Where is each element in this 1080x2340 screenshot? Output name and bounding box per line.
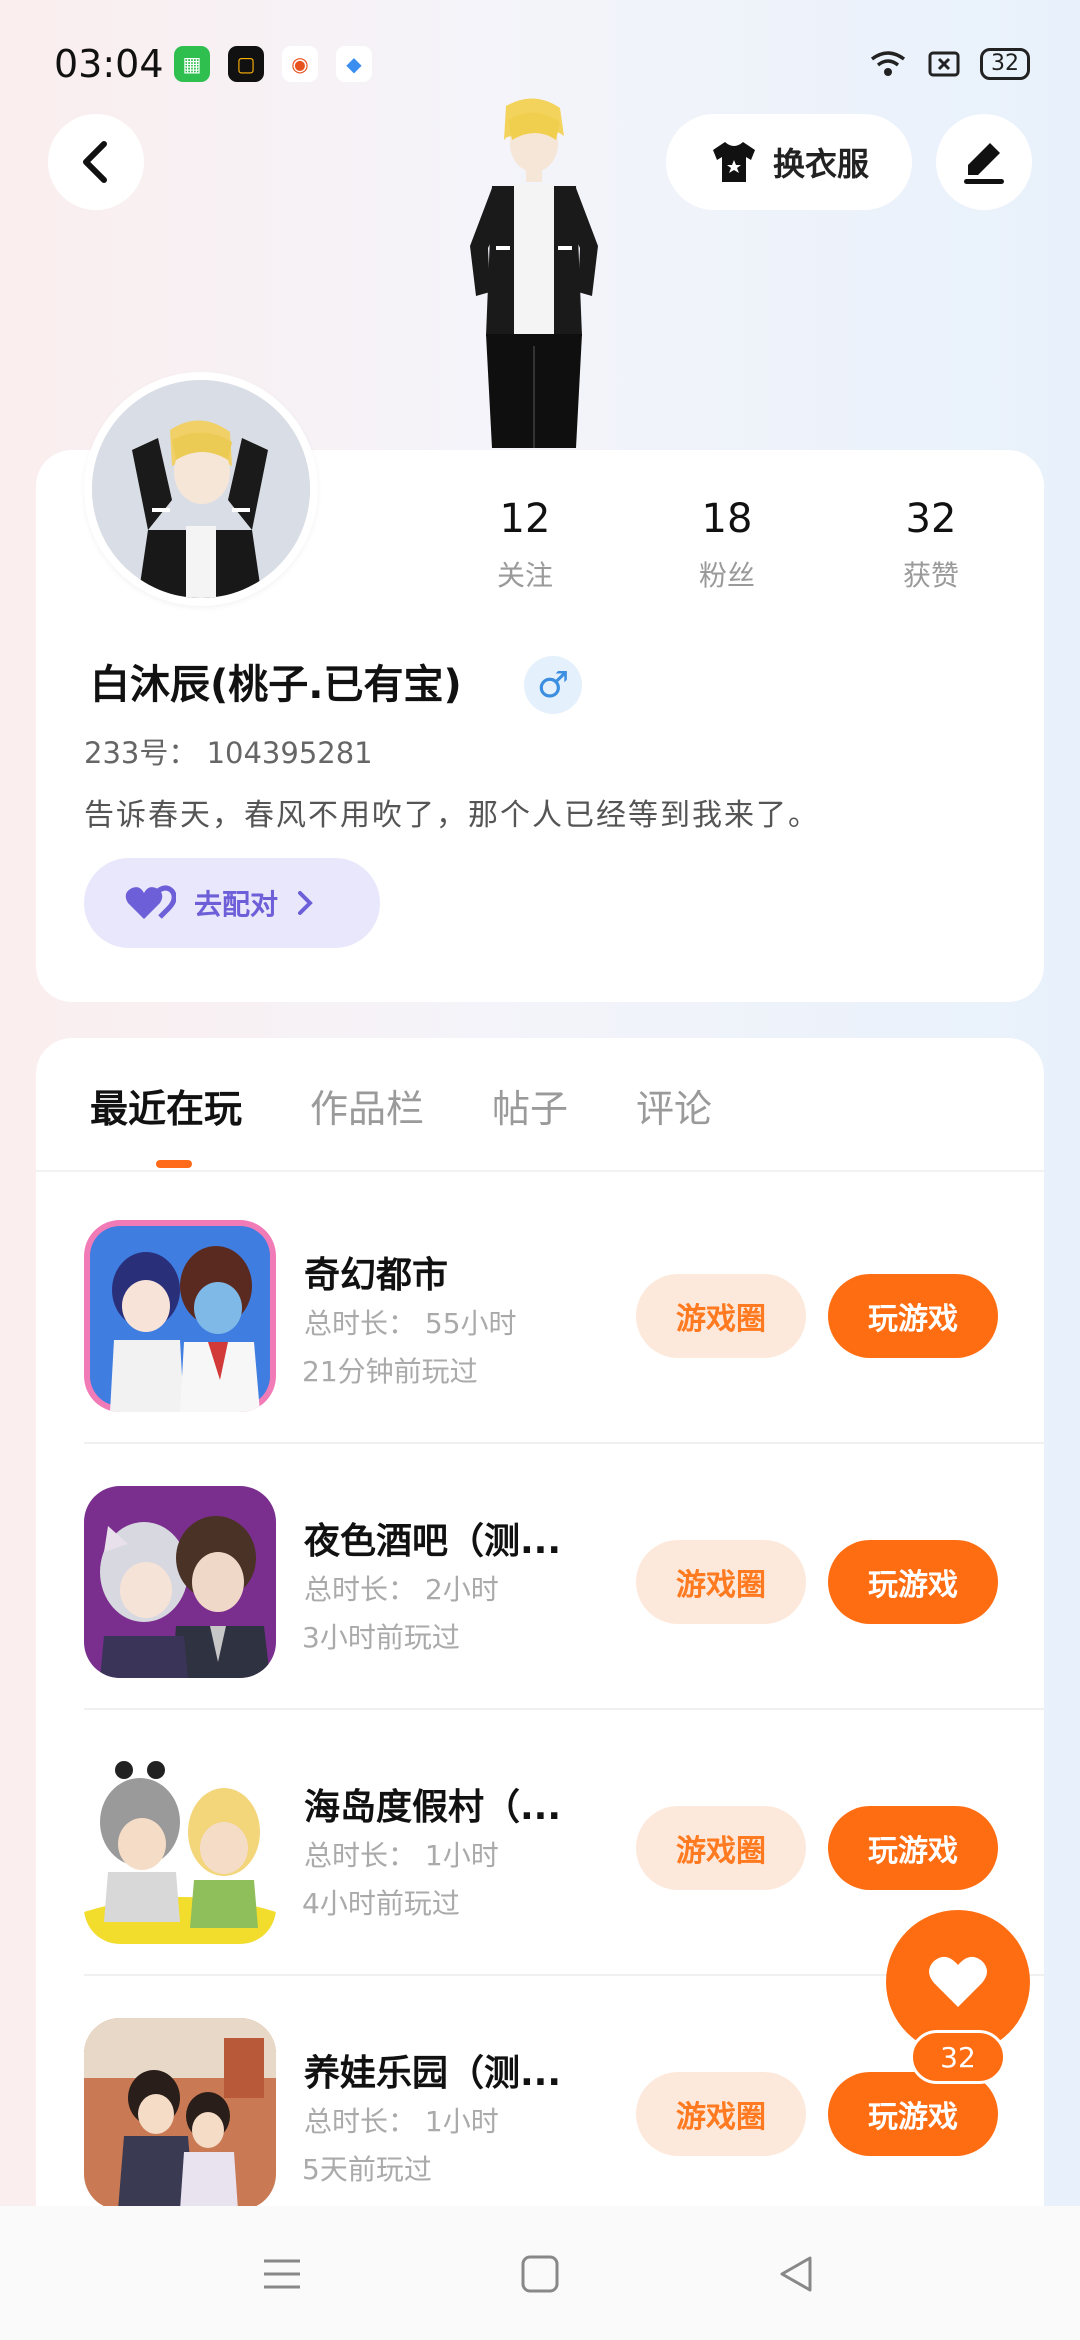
game-thumbnail (84, 1486, 276, 1678)
wifi-icon (870, 51, 906, 76)
content-tabs: 最近在玩 作品栏 帖子 评论 (90, 1078, 712, 1133)
game-total-time: 总时长： 1小时 (304, 2105, 499, 2138)
home-square-icon (521, 2255, 559, 2293)
shirt-icon (712, 142, 755, 182)
app-black-icon: ▢ (228, 46, 264, 82)
game-circle-button[interactable]: 游戏圈 (636, 1806, 806, 1890)
change-outfit-button[interactable]: 换衣服 (666, 114, 912, 210)
app-orange-icon: ◉ (282, 46, 318, 82)
tab-recently-played[interactable]: 最近在玩 (90, 1078, 242, 1133)
play-game-button[interactable]: 玩游戏 (828, 1540, 998, 1624)
list-item[interactable]: 海岛度假村（... 总时长： 1小时 4小时前玩过 游戏圈 玩游戏 (84, 1710, 1044, 1976)
back-button[interactable] (48, 114, 144, 210)
game-last-played: 4小时前玩过 (302, 1887, 460, 1920)
menu-icon (264, 2259, 300, 2289)
game-last-played: 21分钟前玩过 (302, 1355, 478, 1388)
play-game-button[interactable]: 玩游戏 (828, 1806, 998, 1890)
game-circle-button[interactable]: 游戏圈 (636, 1274, 806, 1358)
game-total-time: 总时长： 1小时 (304, 1839, 499, 1872)
sim-icon (928, 51, 960, 77)
list-item[interactable]: 奇幻都市 总时长： 55小时 21分钟前玩过 游戏圈 玩游戏 (84, 1178, 1044, 1444)
like-count-badge: 32 (910, 2030, 1006, 2084)
game-icon-fantasy-city[interactable] (84, 1220, 276, 1412)
tab-works[interactable]: 作品栏 (310, 1078, 424, 1133)
heart-icon (929, 1956, 987, 2007)
avatar[interactable] (84, 372, 318, 606)
match-label: 去配对 (194, 888, 279, 921)
hearts-icon (125, 885, 176, 919)
following-label: 关注 (496, 559, 553, 592)
tab-comments[interactable]: 评论 (636, 1078, 712, 1133)
app-green-icon: ▦ (174, 46, 210, 82)
status-time: 03:04 (54, 42, 164, 86)
menu-nav-button[interactable] (258, 2250, 306, 2298)
back-triangle-icon (780, 2256, 812, 2292)
stat-likes[interactable]: 32 获赞 (866, 496, 996, 594)
game-total-time: 总时长： 55小时 (304, 1307, 517, 1340)
username: 白沐辰(桃子.已有宝) (90, 662, 462, 708)
system-nav-bar (0, 2206, 1080, 2340)
tab-divider (36, 1170, 1044, 1172)
game-name: 海岛度假村（... (304, 1787, 562, 1828)
change-outfit-label: 换衣服 (772, 145, 869, 183)
tab-posts[interactable]: 帖子 (492, 1078, 568, 1133)
game-icon-island-resort[interactable] (84, 1752, 276, 1944)
user-bio: 告诉春天，春风不用吹了，那个人已经等到我来了。 (84, 798, 820, 833)
stat-following[interactable]: 12 关注 (460, 496, 590, 594)
game-total-time: 总时长： 2小时 (304, 1573, 499, 1606)
battery-icon: 32 (980, 48, 1030, 80)
game-name: 奇幻都市 (304, 1255, 449, 1296)
game-last-played: 5天前玩过 (302, 2153, 432, 2186)
list-item[interactable]: 夜色酒吧（测... 总时长： 2小时 3小时前玩过 游戏圈 玩游戏 (84, 1444, 1044, 1710)
following-count: 12 (499, 496, 551, 542)
character-figure (470, 98, 598, 448)
user-id: 233号： 104395281 (84, 736, 373, 770)
tab-indicator (156, 1160, 192, 1168)
app-blue-icon: ◆ (336, 46, 372, 82)
game-icon-night-bar[interactable] (84, 1486, 276, 1678)
edit-icon (964, 143, 1004, 184)
game-thumbnail (84, 1752, 276, 1944)
play-game-button[interactable]: 玩游戏 (828, 1274, 998, 1358)
status-app-icons: ▦ ▢ ◉ ◆ (174, 46, 372, 82)
game-circle-button[interactable]: 游戏圈 (636, 1540, 806, 1624)
play-game-button[interactable]: 玩游戏 (828, 2072, 998, 2156)
followers-label: 粉丝 (698, 559, 755, 592)
chevron-left-icon (83, 141, 107, 183)
game-circle-button[interactable]: 游戏圈 (636, 2072, 806, 2156)
avatar-image (92, 380, 310, 598)
home-nav-button[interactable] (516, 2250, 564, 2298)
back-nav-button[interactable] (772, 2250, 820, 2298)
chevron-right-icon (298, 891, 313, 915)
status-right: 32 (868, 48, 1030, 80)
male-gender-icon: ♂ (524, 656, 582, 714)
game-icon-baby-park[interactable] (84, 2018, 276, 2210)
game-name: 养娃乐园（测... (304, 2053, 562, 2094)
match-button[interactable]: 去配对 (84, 858, 380, 948)
game-name: 夜色酒吧（测... (304, 1521, 562, 1562)
stat-followers[interactable]: 18 粉丝 (662, 496, 792, 594)
game-last-played: 3小时前玩过 (302, 1621, 460, 1654)
edit-profile-button[interactable] (936, 114, 1032, 210)
likes-label: 获赞 (902, 559, 959, 592)
game-thumbnail (84, 2018, 276, 2210)
game-thumbnail (84, 1220, 276, 1412)
likes-count: 32 (905, 496, 957, 542)
followers-count: 18 (701, 496, 753, 542)
